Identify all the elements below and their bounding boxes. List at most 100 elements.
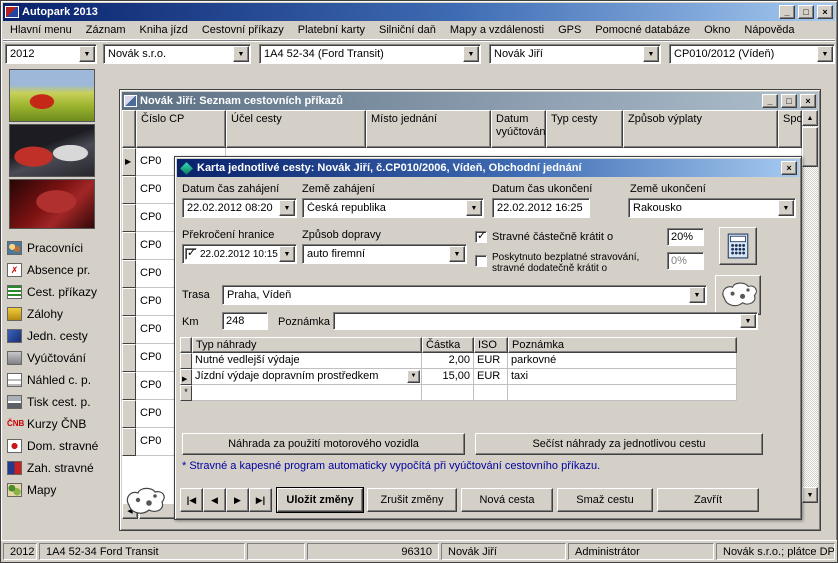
chevron-down-icon[interactable]: ▼ (643, 46, 659, 62)
grid-cell-note[interactable] (508, 385, 737, 401)
grid-cell-amount[interactable]: 15,00 (422, 369, 474, 385)
menu-napoveda[interactable]: Nápověda (737, 22, 801, 38)
grid-cell-type[interactable] (192, 385, 422, 401)
sum-compensation-button[interactable]: Sečíst náhrady za jednotlivou cestu (475, 433, 763, 455)
menu-gps[interactable]: GPS (551, 22, 588, 38)
menu-mapy-a-vzdalenosti[interactable]: Mapy a vzdálenosti (443, 22, 551, 38)
sidebar-item-absence[interactable]: Absence pr. (7, 259, 113, 281)
calculator-button[interactable] (719, 227, 757, 265)
menu-okno[interactable]: Okno (697, 22, 737, 38)
maximize-button[interactable]: □ (781, 94, 797, 108)
vehicle-combo[interactable]: 1A4 52-34 (Ford Transit) ▼ (259, 44, 481, 64)
minimize-button[interactable]: _ (779, 5, 795, 19)
end-country-combo[interactable]: Rakousko ▼ (628, 198, 796, 218)
chevron-down-icon[interactable]: ▼ (463, 46, 479, 62)
close-icon[interactable]: × (781, 161, 797, 175)
sidebar-item-dom-stravne[interactable]: Dom. stravné (7, 435, 113, 457)
meal-cut-percent-field[interactable]: 20% (667, 228, 704, 246)
grid-row[interactable]: Nutné vedlejší výdaje 2,00 EUR parkovné (180, 353, 737, 369)
grid-cell-iso[interactable]: EUR (474, 353, 508, 369)
sidebar-item-vyuctovani[interactable]: Vyúčtování (7, 347, 113, 369)
grid-cell-type-combo[interactable]: Jízdní výdaje dopravním prostředkem ▼ (192, 369, 422, 385)
grid-row-current[interactable]: Jízdní výdaje dopravním prostředkem ▼ 15… (180, 369, 737, 385)
close-button[interactable]: × (800, 94, 816, 108)
vertical-scrollbar[interactable]: ▲ ▼ (802, 110, 818, 503)
column-header-cislo-cp[interactable]: Číslo CP (136, 110, 226, 148)
column-header-zpusob-vyplaty[interactable]: Způsob výplaty (623, 110, 778, 148)
scroll-down-icon[interactable]: ▼ (802, 487, 818, 503)
menu-pomocne-databaze[interactable]: Pomocné databáze (588, 22, 697, 38)
chevron-down-icon[interactable]: ▼ (279, 246, 295, 262)
grid-column-castka[interactable]: Částka (422, 337, 474, 353)
end-datetime-field[interactable]: 22.02.2012 16:25 (492, 198, 590, 218)
scrollbar-thumb[interactable] (802, 127, 818, 167)
column-header-misto-jednani[interactable]: Místo jednání (366, 110, 491, 148)
trip-combo[interactable]: CP010/2012 (Vídeň) ▼ (669, 44, 835, 64)
sidebar-item-mapy[interactable]: Mapy (7, 479, 113, 501)
driver-combo[interactable]: Novák Jiří ▼ (489, 44, 661, 64)
chevron-down-icon[interactable]: ▼ (233, 46, 249, 62)
grid-column-iso[interactable]: ISO (474, 337, 508, 353)
menu-cestovni-prikazy[interactable]: Cestovní příkazy (195, 22, 291, 38)
route-combo[interactable]: Praha, Vídeň ▼ (222, 285, 707, 305)
save-button[interactable]: Uložit změny (277, 488, 363, 512)
sidebar-item-tisk-cest-p[interactable]: Tisk cest. p. (7, 391, 113, 413)
minimize-button[interactable]: _ (762, 94, 778, 108)
menu-hlavni-menu[interactable]: Hlavní menu (3, 22, 79, 38)
grid-cell-note[interactable]: parkovné (508, 353, 737, 369)
sidebar-item-zah-stravne[interactable]: Zah. stravné (7, 457, 113, 479)
sidebar-item-nahled-cp[interactable]: Náhled c. p. (7, 369, 113, 391)
menu-zaznam[interactable]: Záznam (79, 22, 133, 38)
delete-trip-button[interactable]: Smaž cestu (557, 488, 653, 512)
row-selector[interactable] (122, 372, 136, 400)
nav-prev-button[interactable]: ◀ (203, 488, 226, 512)
scroll-up-icon[interactable]: ▲ (802, 110, 818, 126)
km-field[interactable]: 248 (222, 312, 268, 330)
grid-cell-note[interactable]: taxi (508, 369, 737, 385)
map-cloud-button[interactable] (122, 485, 166, 518)
chevron-down-icon[interactable]: ▼ (407, 370, 420, 383)
row-selector[interactable] (122, 260, 136, 288)
chevron-down-icon[interactable]: ▼ (817, 46, 833, 62)
maximize-button[interactable]: □ (798, 5, 814, 19)
close-button[interactable]: × (817, 5, 833, 19)
chevron-down-icon[interactable]: ▼ (466, 200, 482, 216)
grid-column-poznamka[interactable]: Poznámka (508, 337, 737, 353)
row-selector[interactable] (122, 344, 136, 372)
company-combo[interactable]: Novák s.r.o. ▼ (103, 44, 251, 64)
map-button[interactable] (715, 275, 761, 315)
chevron-down-icon[interactable]: ▼ (778, 200, 794, 216)
sidebar-item-zalohy[interactable]: Zálohy (7, 303, 113, 325)
sidebar-item-pracovnici[interactable]: Pracovníci (7, 237, 113, 259)
meal-cut-checkbox[interactable] (475, 231, 487, 243)
nav-next-button[interactable]: ▶ (226, 488, 249, 512)
grid-column-typ-nahrady[interactable]: Typ náhrady (192, 337, 422, 353)
grid-cell-iso[interactable]: EUR (474, 369, 508, 385)
start-datetime-field[interactable]: 22.02.2012 08:20 ▼ (182, 198, 297, 218)
list-window-title-bar[interactable]: Novák Jiří: Seznam cestovních příkazů _ … (122, 92, 818, 110)
grid-cell-amount[interactable] (422, 385, 474, 401)
border-cross-checkbox[interactable] (185, 248, 197, 260)
row-selector[interactable] (122, 232, 136, 260)
free-meals-percent-field[interactable]: 0% (667, 252, 704, 270)
year-combo[interactable]: 2012 ▼ (5, 44, 97, 64)
title-bar[interactable]: Autopark 2013 _ □ × (3, 3, 835, 21)
vehicle-compensation-button[interactable]: Náhrada za použití motorového vozidla (182, 433, 465, 455)
grid-cell-type[interactable]: Nutné vedlejší výdaje (192, 353, 422, 369)
column-header-datum-vyuctovani[interactable]: Datum vyúčtování (491, 110, 546, 148)
grid-row-selector[interactable] (180, 353, 192, 369)
close-dialog-button[interactable]: Zavřít (657, 488, 759, 512)
chevron-down-icon[interactable]: ▼ (740, 314, 756, 328)
sidebar-item-jedn-cesty[interactable]: Jedn. cesty (7, 325, 113, 347)
border-cross-field[interactable]: 22.02.2012 10:15 ▼ (182, 244, 297, 264)
new-trip-button[interactable]: Nová cesta (461, 488, 553, 512)
column-header-ucel-cesty[interactable]: Účel cesty (226, 110, 366, 148)
menu-kniha-jizd[interactable]: Kniha jízd (133, 22, 195, 38)
row-selector[interactable] (122, 316, 136, 344)
column-header-spolu[interactable]: Spolu (778, 110, 802, 148)
menu-platebni-karty[interactable]: Platební karty (291, 22, 372, 38)
discard-button[interactable]: Zrušit změny (367, 488, 457, 512)
free-meals-checkbox[interactable] (475, 255, 487, 267)
row-selector[interactable] (122, 288, 136, 316)
grid-cell-amount[interactable]: 2,00 (422, 353, 474, 369)
